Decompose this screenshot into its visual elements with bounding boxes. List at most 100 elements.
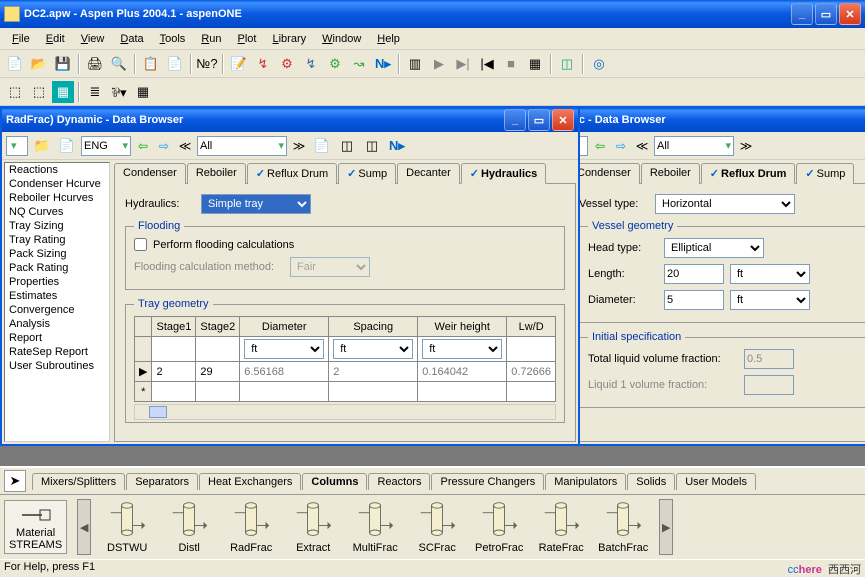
tab-reboiler[interactable]: Reboiler xyxy=(641,163,700,184)
child2-back-icon[interactable]: ⇦ xyxy=(591,137,609,155)
palette-tab-mixers-splitters[interactable]: Mixers/Splitters xyxy=(32,473,125,490)
tree-item[interactable]: NQ Curves xyxy=(5,205,109,219)
model-distl[interactable]: Distl xyxy=(163,500,215,554)
diameter-input[interactable] xyxy=(664,290,724,310)
tool-c-icon[interactable]: ▦ xyxy=(52,81,74,103)
tab-sump[interactable]: ✓Sump xyxy=(796,163,854,184)
target-icon[interactable]: ◎ xyxy=(588,53,610,75)
close-button[interactable]: ✕ xyxy=(839,3,861,25)
paste-icon[interactable]: 📄 xyxy=(164,53,186,75)
child1-close-button[interactable]: ✕ xyxy=(552,109,574,131)
help-icon[interactable]: №? xyxy=(196,53,218,75)
chart5-icon[interactable]: ↝ xyxy=(348,53,370,75)
unit-select[interactable]: ft xyxy=(244,339,324,359)
tree-item[interactable]: Pack Sizing xyxy=(5,247,109,261)
child1-back-icon[interactable]: ⇦ xyxy=(134,137,152,155)
palette-scroll-left[interactable]: ◀ xyxy=(77,499,91,555)
units-select[interactable]: ENG▾ xyxy=(81,136,131,156)
model-extract[interactable]: Extract xyxy=(287,500,339,554)
table-hscroll[interactable] xyxy=(134,404,556,420)
length-unit-select[interactable]: ft xyxy=(730,264,810,284)
child1-combo[interactable]: ▾ xyxy=(6,136,28,156)
tree-item[interactable]: Pack Rating xyxy=(5,261,109,275)
maximize-button[interactable]: ▭ xyxy=(815,3,837,25)
menu-library[interactable]: Library xyxy=(264,31,314,47)
palette-scroll-right[interactable]: ▶ xyxy=(659,499,673,555)
tree-item[interactable]: Condenser Hcurve xyxy=(5,177,109,191)
child1-folder-icon[interactable]: 📁 xyxy=(31,135,53,157)
flowsheet-icon[interactable]: ◫ xyxy=(556,53,578,75)
tray-geometry-table[interactable]: Stage1Stage2DiameterSpacingWeir heightLw… xyxy=(134,316,556,402)
menu-view[interactable]: View xyxy=(73,31,113,47)
tree-item[interactable]: Tray Rating xyxy=(5,233,109,247)
menu-plot[interactable]: Plot xyxy=(230,31,265,47)
child1-fwd-icon[interactable]: ⇨ xyxy=(155,137,173,155)
copy-icon[interactable]: 📋 xyxy=(140,53,162,75)
model-scfrac[interactable]: SCFrac xyxy=(411,500,463,554)
chart4-icon[interactable]: ⚙ xyxy=(324,53,346,75)
menu-run[interactable]: Run xyxy=(193,31,229,47)
palette-tab-reactors[interactable]: Reactors xyxy=(368,473,430,490)
child1-doc-icon[interactable]: 📄 xyxy=(56,135,78,157)
unit-select[interactable]: ft xyxy=(333,339,413,359)
menu-window[interactable]: Window xyxy=(314,31,369,47)
play-icon[interactable]: ▶ xyxy=(428,53,450,75)
chart2-icon[interactable]: ⚙ xyxy=(276,53,298,75)
tree-item[interactable]: Properties xyxy=(5,275,109,289)
flooding-checkbox[interactable] xyxy=(134,238,147,251)
child2-filter[interactable]: All▾ xyxy=(654,136,734,156)
menu-tools[interactable]: Tools xyxy=(152,31,194,47)
palette-tab-pressure-changers[interactable]: Pressure Changers xyxy=(431,473,544,490)
child2-first-icon[interactable]: ≪ xyxy=(633,137,651,155)
pointer-icon[interactable]: ➤ xyxy=(4,470,26,492)
unit-select[interactable]: ft xyxy=(422,339,502,359)
hydraulics-select[interactable]: Simple tray xyxy=(201,194,311,214)
child2-fwd-icon[interactable]: ⇨ xyxy=(612,137,630,155)
model-ratefrac[interactable]: RateFrac xyxy=(535,500,587,554)
open-icon[interactable]: 📂 xyxy=(28,53,50,75)
child1-first-icon[interactable]: ≪ xyxy=(176,137,194,155)
menu-data[interactable]: Data xyxy=(112,31,151,47)
tree-item[interactable]: User Subroutines xyxy=(5,359,109,373)
tab-reflux-drum[interactable]: ✓Reflux Drum xyxy=(247,163,337,184)
palette-tab-heat-exchangers[interactable]: Heat Exchangers xyxy=(199,473,301,490)
palette-tab-user-models[interactable]: User Models xyxy=(676,473,756,490)
palette-tab-separators[interactable]: Separators xyxy=(126,473,198,490)
diameter-unit-select[interactable]: ft xyxy=(730,290,810,310)
vessel-type-select[interactable]: Horizontal xyxy=(655,194,795,214)
tree-item[interactable]: Convergence xyxy=(5,303,109,317)
new-icon[interactable]: 📄 xyxy=(4,53,26,75)
length-input[interactable] xyxy=(664,264,724,284)
rewind-icon[interactable]: |◀ xyxy=(476,53,498,75)
child1-next-icon[interactable]: N▸ xyxy=(386,135,408,157)
tree-item[interactable]: Reactions xyxy=(5,163,109,177)
child2-last-icon[interactable]: ≫ xyxy=(737,137,755,155)
panel-icon[interactable]: ▥ xyxy=(404,53,426,75)
print-icon[interactable]: 🖨 xyxy=(84,53,106,75)
chart3-icon[interactable]: ↯ xyxy=(300,53,322,75)
model-multifrac[interactable]: MultiFrac xyxy=(349,500,401,554)
save-icon[interactable]: 💾 xyxy=(52,53,74,75)
menu-file[interactable]: File xyxy=(4,31,38,47)
child1-maximize-button[interactable]: ▭ xyxy=(528,109,550,131)
tree-item[interactable]: Estimates xyxy=(5,289,109,303)
step-icon[interactable]: ▶| xyxy=(452,53,474,75)
model-radfrac[interactable]: RadFrac xyxy=(225,500,277,554)
tool-e-icon[interactable]: ⅌▾ xyxy=(108,81,130,103)
palette-tab-solids[interactable]: Solids xyxy=(627,473,675,490)
tree-item[interactable]: RateSep Report xyxy=(5,345,109,359)
menu-edit[interactable]: Edit xyxy=(38,31,73,47)
next-icon[interactable]: N▸ xyxy=(372,53,394,75)
tree-view[interactable]: ReactionsCondenser HcurveReboiler Hcurve… xyxy=(4,162,110,442)
material-stream-button[interactable]: Material STREAMS xyxy=(4,500,67,554)
tab-reflux-drum[interactable]: ✓Reflux Drum xyxy=(701,163,796,184)
tab-hydraulics[interactable]: ✓Hydraulics xyxy=(461,163,546,184)
child1-p2-icon[interactable]: ◫ xyxy=(336,135,358,157)
tool-f-icon[interactable]: ▦ xyxy=(132,81,154,103)
tab-condenser[interactable]: Condenser xyxy=(114,163,186,184)
palette-tab-columns[interactable]: Columns xyxy=(302,473,367,490)
child1-last-icon[interactable]: ≫ xyxy=(290,137,308,155)
tab-reboiler[interactable]: Reboiler xyxy=(187,163,246,184)
tree-item[interactable]: Reboiler Hcurves xyxy=(5,191,109,205)
child1-filter[interactable]: All▾ xyxy=(197,136,287,156)
